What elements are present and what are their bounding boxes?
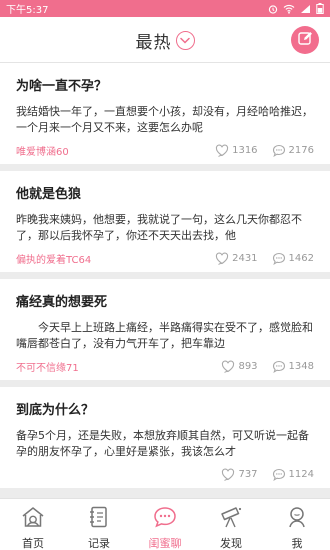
edit-icon bbox=[297, 30, 313, 50]
like-count[interactable]: 893 bbox=[221, 360, 258, 373]
tab-records[interactable]: 记录 bbox=[66, 499, 132, 550]
home-icon bbox=[20, 505, 46, 533]
telescope-icon bbox=[218, 505, 244, 533]
comment-icon bbox=[272, 252, 286, 265]
post-meta: 737 1124 bbox=[16, 460, 314, 488]
tab-bestie-chat[interactable]: 闺蜜聊 bbox=[132, 499, 198, 550]
heart-icon bbox=[221, 468, 235, 481]
post-excerpt: 今天早上上班路上痛经，半路痛得实在受不了，感觉脸和嘴唇都苍白了，没有力气开车了，… bbox=[16, 321, 313, 350]
tab-label: 首页 bbox=[22, 537, 44, 550]
tab-label: 闺蜜聊 bbox=[148, 537, 182, 550]
notebook-icon bbox=[86, 505, 112, 533]
comment-count[interactable]: 2176 bbox=[272, 144, 314, 157]
post-author[interactable]: 不可不信缘71 bbox=[16, 359, 207, 374]
bottom-tab-bar: 首页 记录 闺蜜聊 发现 我 bbox=[0, 498, 330, 550]
tab-home[interactable]: 首页 bbox=[0, 499, 66, 550]
top-header: 最热 bbox=[0, 17, 330, 63]
post-excerpt: 昨晚我来姨妈，他想要，我就说了一句，这么几天你都忍不了，那以后我怀孕了，你还不天… bbox=[16, 213, 302, 242]
app-screen: 下午5:37 最热 为啥一直不孕？ 我结婚快一年了，一直想要个小孩，却没有，月经… bbox=[0, 0, 330, 550]
post-card[interactable]: 他就是色狼昨晚我来姨妈，他想要，我就说了一句，这么几天你都忍不了，那以后我怀孕了… bbox=[0, 171, 330, 272]
chevron-down-icon[interactable] bbox=[175, 30, 195, 50]
alarm-icon bbox=[268, 4, 278, 14]
comment-icon bbox=[272, 144, 286, 157]
post-author[interactable]: 偏执的爱着TC64 bbox=[16, 251, 201, 266]
like-count-value: 1316 bbox=[232, 144, 258, 156]
heart-icon bbox=[215, 252, 229, 265]
comment-count-value: 1348 bbox=[288, 360, 314, 372]
comment-count[interactable]: 1124 bbox=[272, 468, 314, 481]
post-title: 他就是色狼 bbox=[16, 187, 82, 202]
heart-icon bbox=[215, 144, 229, 157]
sort-selector[interactable]: 最热 bbox=[0, 17, 330, 63]
heart-icon bbox=[221, 360, 235, 373]
post-card[interactable]: 到底为什么？ 备孕5个月，还是失败，本想放弃顺其自然，可又听说一起备孕的朋友怀孕了… bbox=[0, 387, 330, 488]
chat-bubble-icon bbox=[152, 505, 178, 533]
status-icons bbox=[268, 3, 324, 14]
comment-count-value: 1462 bbox=[288, 252, 314, 264]
post-card[interactable]: 痛经真的想要死今天早上上班路上痛经，半路痛得实在受不了，感觉脸和嘴唇都苍白了，没… bbox=[0, 279, 330, 380]
post-title: 到底为什么？ bbox=[16, 403, 95, 418]
compose-button[interactable] bbox=[291, 26, 319, 54]
like-count-value: 2431 bbox=[232, 252, 258, 264]
signal-icon bbox=[300, 4, 311, 14]
post-excerpt: 我结婚快一年了，一直想要个小孩，却没有，月经哈哈推迟，一个月来一个月又不来，这要… bbox=[16, 105, 313, 134]
tab-me[interactable]: 我 bbox=[264, 499, 330, 550]
post-meta: 不可不信缘71 893 1348 bbox=[16, 352, 314, 380]
page-title: 最热 bbox=[135, 32, 172, 53]
status-time: 下午5:37 bbox=[6, 5, 49, 16]
tab-discover[interactable]: 发现 bbox=[198, 499, 264, 550]
comment-icon bbox=[272, 468, 286, 481]
like-count[interactable]: 1316 bbox=[215, 144, 258, 157]
tab-label: 发现 bbox=[220, 537, 242, 550]
post-author[interactable]: 唯爱博涵60 bbox=[16, 143, 201, 158]
comment-count[interactable]: 1462 bbox=[272, 252, 314, 265]
comment-count-value: 2176 bbox=[288, 144, 314, 156]
like-count-value: 893 bbox=[238, 360, 258, 372]
comment-count-value: 1124 bbox=[288, 468, 314, 480]
wifi-icon bbox=[283, 4, 295, 14]
post-card[interactable]: 为啥一直不孕？ 我结婚快一年了，一直想要个小孩，却没有，月经哈哈推迟，一个月来一个… bbox=[0, 63, 330, 164]
battery-icon bbox=[316, 3, 324, 14]
like-count[interactable]: 737 bbox=[221, 468, 258, 481]
comment-count[interactable]: 1348 bbox=[272, 360, 314, 373]
post-excerpt: 备孕5个月，还是失败，本想放弃顺其自然，可又听说一起备孕的朋友怀孕了，心里好是紧… bbox=[16, 429, 309, 458]
post-meta: 偏执的爱着TC64 2431 1462 bbox=[16, 244, 314, 272]
like-count[interactable]: 2431 bbox=[215, 252, 258, 265]
like-count-value: 737 bbox=[238, 468, 258, 480]
status-bar: 下午5:37 bbox=[0, 0, 330, 17]
tab-label: 记录 bbox=[88, 537, 110, 550]
post-meta: 唯爱博涵60 1316 2176 bbox=[16, 136, 314, 164]
profile-icon bbox=[284, 505, 310, 533]
post-feed[interactable]: 为啥一直不孕？ 我结婚快一年了，一直想要个小孩，却没有，月经哈哈推迟，一个月来一个… bbox=[0, 63, 330, 498]
comment-icon bbox=[272, 360, 286, 373]
post-title: 为啥一直不孕？ bbox=[16, 79, 108, 94]
tab-label: 我 bbox=[291, 537, 303, 550]
post-title: 痛经真的想要死 bbox=[16, 295, 108, 310]
